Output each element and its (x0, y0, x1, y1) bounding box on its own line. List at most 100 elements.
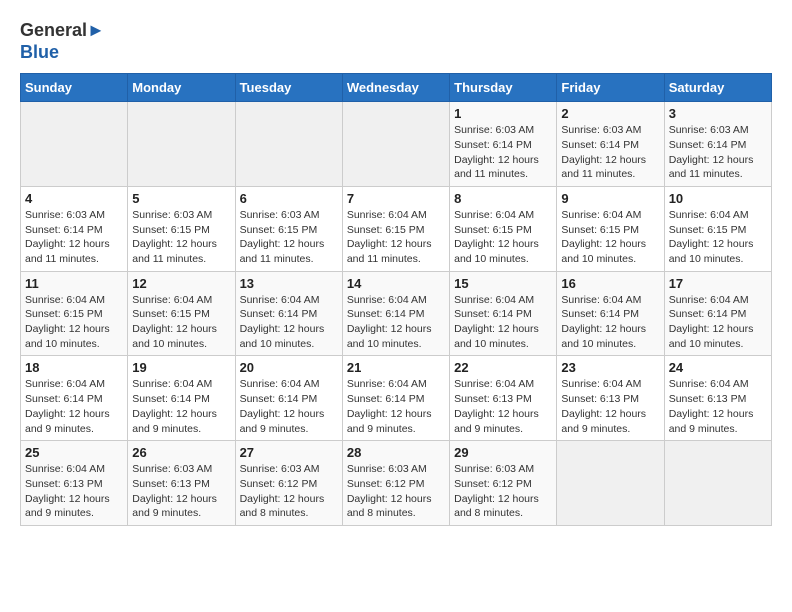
day-info: Sunrise: 6:03 AMSunset: 6:15 PMDaylight:… (240, 208, 338, 267)
day-number: 8 (454, 191, 552, 206)
day-number: 9 (561, 191, 659, 206)
day-number: 26 (132, 445, 230, 460)
day-number: 19 (132, 360, 230, 375)
calendar-cell: 17 Sunrise: 6:04 AMSunset: 6:14 PMDayligh… (664, 271, 771, 356)
day-number: 21 (347, 360, 445, 375)
calendar-cell: 25 Sunrise: 6:04 AMSunset: 6:13 PMDayligh… (21, 441, 128, 526)
day-number: 3 (669, 106, 767, 121)
calendar-cell: 23 Sunrise: 6:04 AMSunset: 6:13 PMDayligh… (557, 356, 664, 441)
day-number: 20 (240, 360, 338, 375)
calendar-cell: 21 Sunrise: 6:04 AMSunset: 6:14 PMDayligh… (342, 356, 449, 441)
day-number: 5 (132, 191, 230, 206)
day-info: Sunrise: 6:04 AMSunset: 6:14 PMDaylight:… (240, 293, 338, 352)
header-sunday: Sunday (21, 74, 128, 102)
calendar-cell: 26 Sunrise: 6:03 AMSunset: 6:13 PMDayligh… (128, 441, 235, 526)
day-info: Sunrise: 6:04 AMSunset: 6:14 PMDaylight:… (454, 293, 552, 352)
day-number: 27 (240, 445, 338, 460)
calendar-cell: 27 Sunrise: 6:03 AMSunset: 6:12 PMDayligh… (235, 441, 342, 526)
calendar-cell: 22 Sunrise: 6:04 AMSunset: 6:13 PMDayligh… (450, 356, 557, 441)
day-info: Sunrise: 6:03 AMSunset: 6:12 PMDaylight:… (347, 462, 445, 521)
calendar-cell (128, 102, 235, 187)
day-info: Sunrise: 6:03 AMSunset: 6:12 PMDaylight:… (240, 462, 338, 521)
day-number: 15 (454, 276, 552, 291)
calendar-cell: 9 Sunrise: 6:04 AMSunset: 6:15 PMDaylight… (557, 186, 664, 271)
day-info: Sunrise: 6:03 AMSunset: 6:14 PMDaylight:… (25, 208, 123, 267)
logo-text: General► Blue (20, 20, 105, 63)
calendar-cell: 3 Sunrise: 6:03 AMSunset: 6:14 PMDaylight… (664, 102, 771, 187)
page-header: General► Blue (20, 20, 772, 63)
day-number: 18 (25, 360, 123, 375)
calendar-table: SundayMondayTuesdayWednesdayThursdayFrid… (20, 73, 772, 526)
calendar-cell: 2 Sunrise: 6:03 AMSunset: 6:14 PMDaylight… (557, 102, 664, 187)
header-tuesday: Tuesday (235, 74, 342, 102)
day-number: 16 (561, 276, 659, 291)
calendar-cell: 15 Sunrise: 6:04 AMSunset: 6:14 PMDayligh… (450, 271, 557, 356)
calendar-cell (235, 102, 342, 187)
day-info: Sunrise: 6:04 AMSunset: 6:15 PMDaylight:… (25, 293, 123, 352)
day-number: 17 (669, 276, 767, 291)
calendar-week-1: 1 Sunrise: 6:03 AMSunset: 6:14 PMDaylight… (21, 102, 772, 187)
day-number: 6 (240, 191, 338, 206)
calendar-cell: 24 Sunrise: 6:04 AMSunset: 6:13 PMDayligh… (664, 356, 771, 441)
calendar-cell: 13 Sunrise: 6:04 AMSunset: 6:14 PMDayligh… (235, 271, 342, 356)
day-info: Sunrise: 6:04 AMSunset: 6:14 PMDaylight:… (347, 293, 445, 352)
header-thursday: Thursday (450, 74, 557, 102)
calendar-cell: 16 Sunrise: 6:04 AMSunset: 6:14 PMDayligh… (557, 271, 664, 356)
calendar-header-row: SundayMondayTuesdayWednesdayThursdayFrid… (21, 74, 772, 102)
day-number: 13 (240, 276, 338, 291)
calendar-cell: 10 Sunrise: 6:04 AMSunset: 6:15 PMDayligh… (664, 186, 771, 271)
calendar-cell: 28 Sunrise: 6:03 AMSunset: 6:12 PMDayligh… (342, 441, 449, 526)
header-friday: Friday (557, 74, 664, 102)
day-number: 22 (454, 360, 552, 375)
day-info: Sunrise: 6:04 AMSunset: 6:13 PMDaylight:… (25, 462, 123, 521)
calendar-cell: 4 Sunrise: 6:03 AMSunset: 6:14 PMDaylight… (21, 186, 128, 271)
day-number: 23 (561, 360, 659, 375)
day-number: 1 (454, 106, 552, 121)
day-number: 25 (25, 445, 123, 460)
day-info: Sunrise: 6:04 AMSunset: 6:15 PMDaylight:… (347, 208, 445, 267)
calendar-cell: 7 Sunrise: 6:04 AMSunset: 6:15 PMDaylight… (342, 186, 449, 271)
logo: General► Blue (20, 20, 105, 63)
calendar-cell: 6 Sunrise: 6:03 AMSunset: 6:15 PMDaylight… (235, 186, 342, 271)
day-info: Sunrise: 6:04 AMSunset: 6:14 PMDaylight:… (25, 377, 123, 436)
day-info: Sunrise: 6:04 AMSunset: 6:15 PMDaylight:… (132, 293, 230, 352)
day-number: 4 (25, 191, 123, 206)
day-info: Sunrise: 6:04 AMSunset: 6:14 PMDaylight:… (132, 377, 230, 436)
calendar-cell: 20 Sunrise: 6:04 AMSunset: 6:14 PMDayligh… (235, 356, 342, 441)
day-info: Sunrise: 6:04 AMSunset: 6:14 PMDaylight:… (347, 377, 445, 436)
day-info: Sunrise: 6:04 AMSunset: 6:14 PMDaylight:… (561, 293, 659, 352)
day-info: Sunrise: 6:04 AMSunset: 6:15 PMDaylight:… (561, 208, 659, 267)
calendar-week-2: 4 Sunrise: 6:03 AMSunset: 6:14 PMDaylight… (21, 186, 772, 271)
day-info: Sunrise: 6:03 AMSunset: 6:13 PMDaylight:… (132, 462, 230, 521)
day-info: Sunrise: 6:04 AMSunset: 6:14 PMDaylight:… (669, 293, 767, 352)
day-info: Sunrise: 6:04 AMSunset: 6:14 PMDaylight:… (240, 377, 338, 436)
header-monday: Monday (128, 74, 235, 102)
day-info: Sunrise: 6:03 AMSunset: 6:14 PMDaylight:… (454, 123, 552, 182)
day-info: Sunrise: 6:03 AMSunset: 6:14 PMDaylight:… (561, 123, 659, 182)
day-info: Sunrise: 6:04 AMSunset: 6:13 PMDaylight:… (669, 377, 767, 436)
calendar-cell: 1 Sunrise: 6:03 AMSunset: 6:14 PMDaylight… (450, 102, 557, 187)
day-info: Sunrise: 6:04 AMSunset: 6:15 PMDaylight:… (669, 208, 767, 267)
calendar-cell (342, 102, 449, 187)
calendar-cell: 11Sunrise: 6:04 AMSunset: 6:15 PMDayligh… (21, 271, 128, 356)
day-number: 28 (347, 445, 445, 460)
day-info: Sunrise: 6:04 AMSunset: 6:13 PMDaylight:… (561, 377, 659, 436)
calendar-cell: 8 Sunrise: 6:04 AMSunset: 6:15 PMDaylight… (450, 186, 557, 271)
day-number: 2 (561, 106, 659, 121)
day-info: Sunrise: 6:04 AMSunset: 6:13 PMDaylight:… (454, 377, 552, 436)
day-number: 24 (669, 360, 767, 375)
day-info: Sunrise: 6:03 AMSunset: 6:14 PMDaylight:… (669, 123, 767, 182)
calendar-cell: 29Sunrise: 6:03 AMSunset: 6:12 PMDayligh… (450, 441, 557, 526)
day-number: 7 (347, 191, 445, 206)
calendar-cell: 5 Sunrise: 6:03 AMSunset: 6:15 PMDaylight… (128, 186, 235, 271)
day-info: Sunrise: 6:04 AMSunset: 6:15 PMDaylight:… (454, 208, 552, 267)
day-info: Sunrise: 6:03 AMSunset: 6:12 PMDaylight:… (454, 462, 552, 521)
calendar-week-5: 25 Sunrise: 6:04 AMSunset: 6:13 PMDayligh… (21, 441, 772, 526)
calendar-cell: 14 Sunrise: 6:04 AMSunset: 6:14 PMDayligh… (342, 271, 449, 356)
day-number: 10 (669, 191, 767, 206)
calendar-cell: 19 Sunrise: 6:04 AMSunset: 6:14 PMDayligh… (128, 356, 235, 441)
calendar-week-3: 11Sunrise: 6:04 AMSunset: 6:15 PMDayligh… (21, 271, 772, 356)
day-info: Sunrise: 6:03 AMSunset: 6:15 PMDaylight:… (132, 208, 230, 267)
calendar-week-4: 18 Sunrise: 6:04 AMSunset: 6:14 PMDayligh… (21, 356, 772, 441)
day-number: 14 (347, 276, 445, 291)
